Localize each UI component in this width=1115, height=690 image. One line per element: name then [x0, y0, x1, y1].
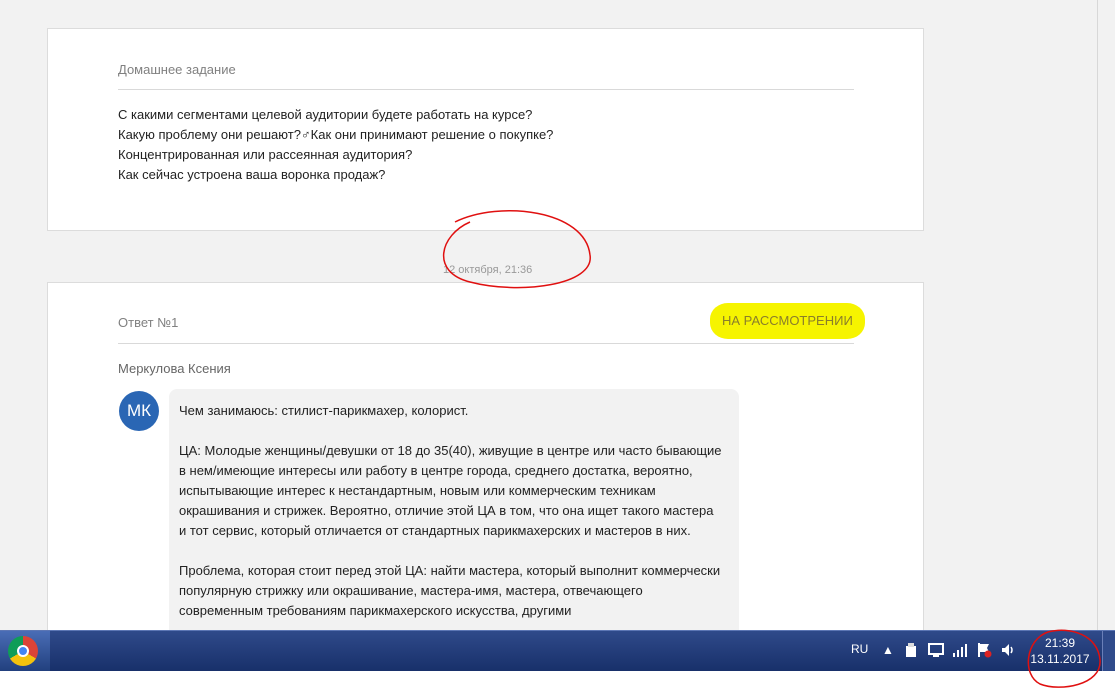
show-desktop-button[interactable] [1102, 631, 1115, 671]
answer-text: Чем занимаюсь: стилист-парикмахер, колор… [179, 401, 724, 641]
status-badge: НА РАССМОТРЕНИИ [710, 303, 865, 339]
system-clock[interactable]: 21:39 13.11.2017 [1030, 635, 1090, 667]
chrome-taskbar-button[interactable] [0, 631, 50, 671]
answer-timestamp: 12 октября, 21:36 [443, 264, 533, 276]
action-center-flag-icon[interactable] [976, 642, 992, 658]
network-signal-icon[interactable] [952, 642, 968, 658]
answer-label: Ответ №1 [118, 315, 179, 330]
homework-title: Домашнее задание [118, 62, 236, 77]
show-hidden-icons-icon[interactable]: ▲ [880, 642, 896, 658]
usb-device-icon[interactable] [903, 642, 919, 658]
answer-card: Ответ №1 НА РАССМОТРЕНИИ Меркулова Ксени… [47, 282, 924, 642]
volume-icon[interactable] [1000, 642, 1016, 658]
divider [118, 89, 854, 90]
page-scroll-edge [1097, 0, 1098, 634]
answer-paragraph: ЦА: Молодые женщины/девушки от 18 до 35(… [179, 443, 722, 538]
homework-question: Как сейчас устроена ваша воронка продаж? [118, 167, 386, 182]
answer-message-bubble: Чем занимаюсь: стилист-парикмахер, колор… [169, 389, 739, 641]
homework-question: Какую проблему они решают?♂Как они прини… [118, 127, 554, 142]
avatar[interactable]: МК [119, 391, 159, 431]
answer-paragraph: Проблема, которая стоит перед этой ЦА: н… [179, 563, 721, 618]
clock-date: 13.11.2017 [1030, 652, 1090, 666]
chrome-icon [8, 636, 38, 666]
homework-question: Концентрированная или рассеянная аудитор… [118, 147, 413, 162]
homework-questions: С какими сегментами целевой аудитории бу… [118, 105, 553, 185]
author-name[interactable]: Меркулова Ксения [118, 361, 231, 376]
language-indicator[interactable]: RU [851, 642, 868, 656]
windows-taskbar: RU ▲ 21:39 13.11.2017 [0, 630, 1115, 671]
homework-card: Домашнее задание С какими сегментами цел… [47, 28, 924, 231]
screen-bottom-area [0, 671, 1115, 690]
divider [118, 343, 854, 344]
monitor-icon[interactable] [928, 642, 944, 658]
clock-time: 21:39 [1044, 636, 1076, 650]
homework-question: С какими сегментами целевой аудитории бу… [118, 107, 533, 122]
answer-paragraph: Чем занимаюсь: стилист-парикмахер, колор… [179, 403, 469, 418]
